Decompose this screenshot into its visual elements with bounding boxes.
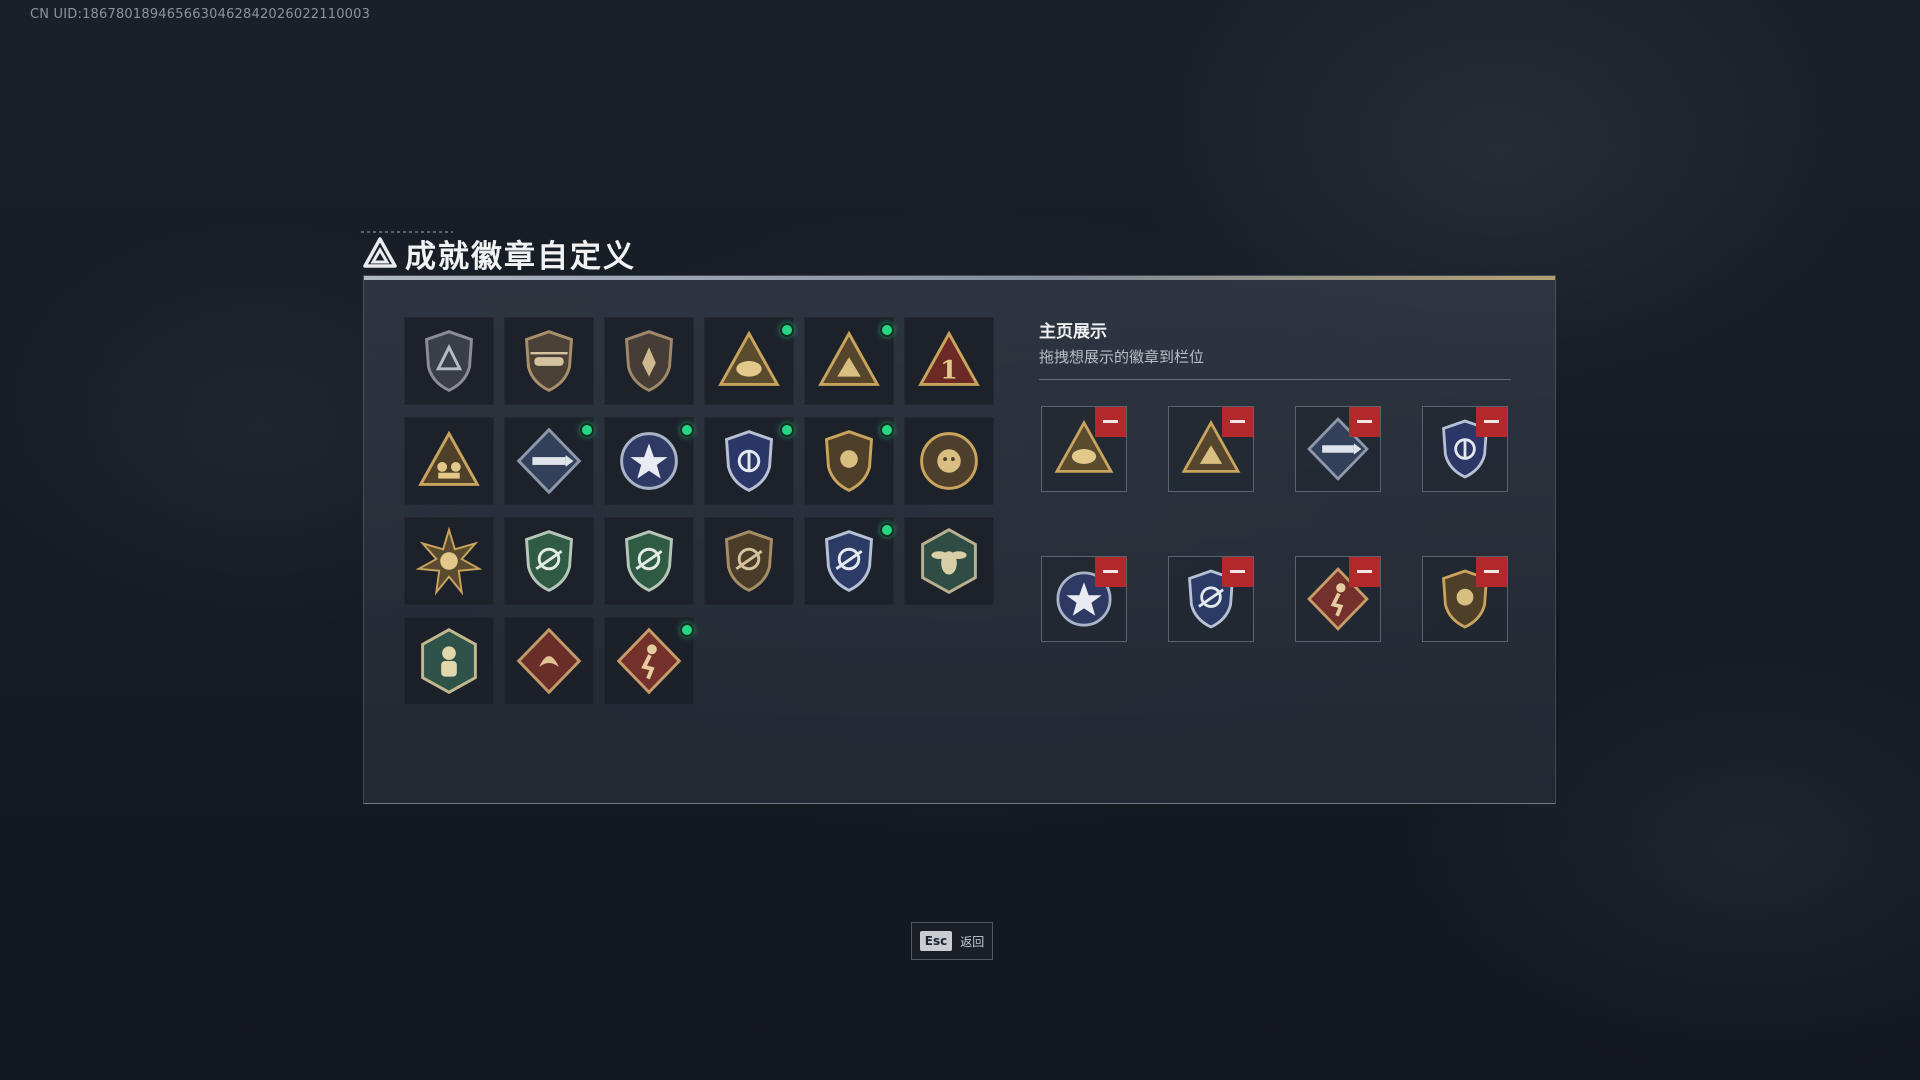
- showcase-slot[interactable]: [1422, 406, 1508, 492]
- badge-slot[interactable]: [804, 417, 894, 505]
- badge-slot[interactable]: [504, 517, 594, 605]
- esc-key: Esc: [919, 931, 953, 951]
- showcase-section: 主页展示 拖拽想展示的徽章到栏位: [1039, 317, 1511, 642]
- new-badge-indicator: [780, 423, 794, 437]
- showcase-subtitle: 拖拽想展示的徽章到栏位: [1039, 348, 1205, 366]
- badge-slot[interactable]: [404, 617, 494, 705]
- showcase-slot[interactable]: [1295, 556, 1381, 642]
- page-title: 成就徽章自定义: [405, 238, 636, 275]
- showcase-slot[interactable]: [1168, 556, 1254, 642]
- badge-slot[interactable]: [704, 317, 794, 405]
- panel-bottom-line: [364, 803, 1555, 804]
- showcase-divider: [1039, 379, 1511, 380]
- new-badge-indicator: [680, 423, 694, 437]
- badge-slot[interactable]: [404, 517, 494, 605]
- badge-slot[interactable]: [404, 417, 494, 505]
- badge-grid: 1: [404, 317, 994, 729]
- showcase-title: 主页展示: [1039, 322, 1107, 342]
- showcase-slot[interactable]: [1422, 556, 1508, 642]
- badge-slot[interactable]: [604, 517, 694, 605]
- remove-badge-button[interactable]: [1349, 407, 1380, 437]
- badge-slot[interactable]: [904, 417, 994, 505]
- svg-text:1: 1: [940, 355, 958, 385]
- showcase-slot[interactable]: [1168, 406, 1254, 492]
- badge-slot[interactable]: [704, 517, 794, 605]
- badge-slot[interactable]: [604, 417, 694, 505]
- badge-slot[interactable]: [504, 617, 594, 705]
- remove-badge-button[interactable]: [1095, 407, 1126, 437]
- badge-slot[interactable]: [604, 617, 694, 705]
- remove-badge-button[interactable]: [1095, 557, 1126, 587]
- remove-badge-button[interactable]: [1222, 557, 1253, 587]
- badge-slot[interactable]: [404, 317, 494, 405]
- new-badge-indicator: [580, 423, 594, 437]
- badge-slot[interactable]: [904, 517, 994, 605]
- badge-slot[interactable]: 1: [904, 317, 994, 405]
- page-header: 成就徽章自定义: [361, 230, 636, 276]
- new-badge-indicator: [880, 523, 894, 537]
- showcase-slot[interactable]: [1295, 406, 1381, 492]
- new-badge-indicator: [680, 623, 694, 637]
- header-decoration: [361, 231, 453, 233]
- remove-badge-button[interactable]: [1349, 557, 1380, 587]
- badge-slot[interactable]: [804, 517, 894, 605]
- badge-slot[interactable]: [504, 417, 594, 505]
- panel-top-bar: [364, 276, 1555, 280]
- remove-badge-button[interactable]: [1476, 557, 1507, 587]
- back-label: 返回: [960, 934, 985, 949]
- showcase-slot[interactable]: [1041, 406, 1127, 492]
- badge-slot[interactable]: [804, 317, 894, 405]
- badge-slot[interactable]: [604, 317, 694, 405]
- uid-label: CN UID:186780189465663046284202602211000…: [30, 7, 371, 22]
- badge-panel: 1 主页展示 拖拽想展示的徽章到栏位: [363, 275, 1556, 804]
- new-badge-indicator: [880, 323, 894, 337]
- showcase-slot[interactable]: [1041, 556, 1127, 642]
- remove-badge-button[interactable]: [1222, 407, 1253, 437]
- new-badge-indicator: [880, 423, 894, 437]
- remove-badge-button[interactable]: [1476, 407, 1507, 437]
- back-button[interactable]: Esc 返回: [911, 922, 993, 960]
- triangle-logo-icon: [363, 237, 397, 268]
- badge-slot[interactable]: [504, 317, 594, 405]
- badge-slot[interactable]: [704, 417, 794, 505]
- new-badge-indicator: [780, 323, 794, 337]
